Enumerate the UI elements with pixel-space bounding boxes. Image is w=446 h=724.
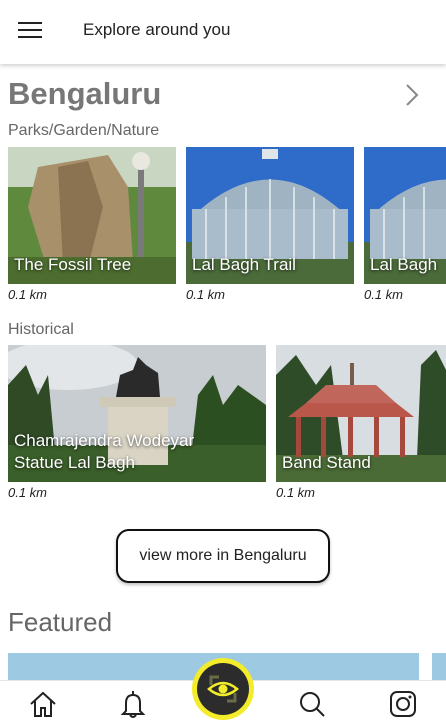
explore-eye-button[interactable] bbox=[192, 658, 254, 720]
place-name: The Fossil Tree bbox=[14, 255, 132, 274]
city-title: Bengaluru bbox=[8, 76, 162, 111]
place-name: Chamrajendra Wodeyar Statue Lal Bagh bbox=[14, 431, 195, 472]
place-name: Lal Bagh bbox=[370, 255, 438, 274]
section-label-parks: Parks/Garden/Nature bbox=[8, 122, 160, 139]
place-distance: 0.1 km bbox=[8, 287, 48, 302]
app-bar: Explore around you bbox=[0, 0, 446, 64]
place-card-fossil-tree[interactable]: The Fossil Tree bbox=[8, 147, 176, 284]
place-distance: 0.1 km bbox=[8, 485, 48, 500]
place-name: Lal Bagh Trail bbox=[192, 255, 296, 274]
place-card-lal-bagh[interactable]: Lal Bagh bbox=[364, 147, 446, 284]
featured-title: Featured bbox=[8, 607, 113, 637]
view-more-button[interactable]: view more in Bengaluru bbox=[116, 529, 330, 583]
explore-content[interactable]: Bengaluru Parks/Garden/Nature The Fossil… bbox=[0, 64, 446, 680]
home-icon[interactable] bbox=[28, 689, 58, 719]
place-card-lal-bagh-trail[interactable]: Lal Bagh Trail bbox=[186, 147, 354, 284]
place-distance: 0.1 km bbox=[364, 287, 404, 302]
place-card-chamrajendra-statue[interactable]: Chamrajendra Wodeyar Statue Lal Bagh bbox=[8, 345, 266, 482]
search-icon[interactable] bbox=[297, 689, 327, 719]
place-card-band-stand[interactable]: Band Stand bbox=[276, 345, 446, 482]
place-distance: 0.1 km bbox=[186, 287, 226, 302]
eye-icon bbox=[197, 663, 249, 715]
app-bar-title: Explore around you bbox=[83, 20, 231, 39]
place-distance: 0.1 km bbox=[276, 485, 316, 500]
place-name: Band Stand bbox=[282, 453, 371, 472]
bell-icon[interactable] bbox=[118, 689, 148, 719]
camera-icon[interactable] bbox=[388, 689, 418, 719]
featured-card[interactable] bbox=[432, 653, 446, 680]
menu-icon[interactable] bbox=[18, 22, 42, 42]
section-label-historical: Historical bbox=[8, 321, 74, 338]
chevron-right-icon[interactable] bbox=[402, 82, 422, 108]
